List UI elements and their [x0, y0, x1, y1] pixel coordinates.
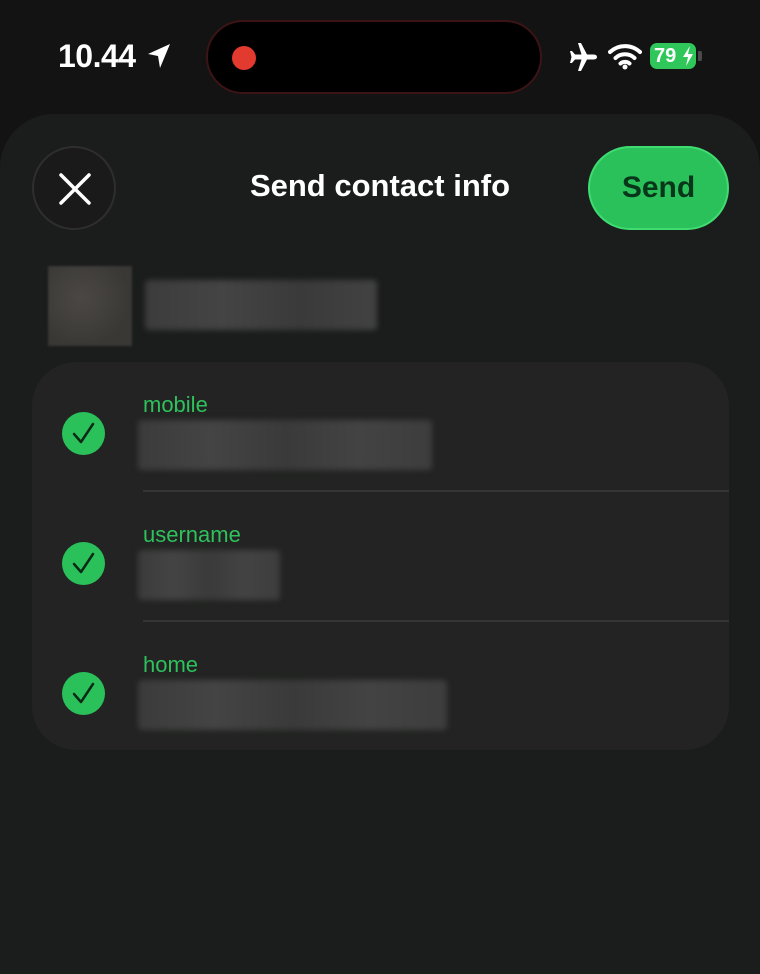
- field-label: home: [143, 652, 199, 677]
- dynamic-island: [206, 20, 542, 94]
- battery-indicator: 79: [650, 43, 702, 69]
- contact-fields-card: mobile username home: [32, 362, 729, 750]
- field-value-redacted: [138, 420, 432, 470]
- charging-bolt-icon: [683, 46, 693, 66]
- field-value-redacted: [138, 680, 447, 730]
- checkbox-home[interactable]: [62, 672, 105, 715]
- checkmark-icon: [72, 552, 95, 574]
- checkbox-mobile[interactable]: [62, 412, 105, 455]
- status-time: 10.44: [58, 38, 136, 74]
- airplane-icon: [570, 43, 597, 71]
- field-value-redacted: [138, 550, 280, 600]
- location-arrow-icon: [148, 44, 170, 68]
- checkmark-icon: [72, 422, 95, 444]
- field-label: mobile: [143, 392, 208, 417]
- send-contact-sheet: Send contact info Send mobile username h…: [0, 114, 760, 974]
- field-label: username: [143, 522, 241, 547]
- field-row-mobile[interactable]: mobile: [32, 362, 729, 492]
- field-row-username[interactable]: username: [32, 492, 729, 622]
- checkmark-icon: [72, 682, 95, 704]
- avatar: [48, 266, 132, 346]
- recording-indicator: [232, 46, 256, 70]
- status-bar: 10.44 79: [0, 0, 760, 110]
- field-row-home[interactable]: home: [32, 622, 729, 750]
- send-button[interactable]: Send: [588, 146, 729, 230]
- contact-header: [0, 264, 760, 348]
- checkbox-username[interactable]: [62, 542, 105, 585]
- contact-name-redacted: [145, 280, 377, 330]
- battery-cap: [698, 51, 702, 61]
- wifi-icon: [608, 44, 642, 70]
